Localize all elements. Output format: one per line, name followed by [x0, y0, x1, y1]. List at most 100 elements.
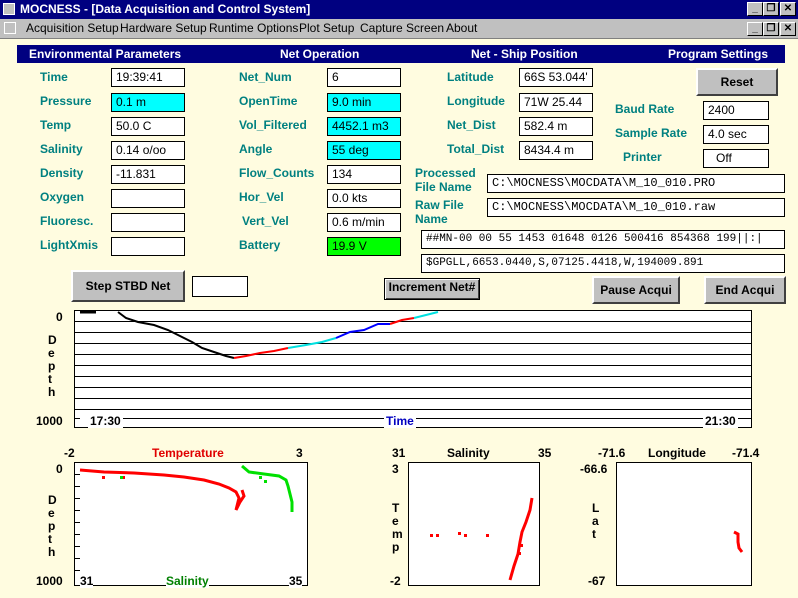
env-label-fluoresc: Fluoresc. — [40, 214, 94, 228]
ts-plot-y-bottom: -2 — [390, 574, 401, 588]
temp-axis-label: Temperature — [152, 446, 224, 460]
increment-net-button[interactable]: Increment Net# — [384, 278, 480, 300]
program-settings-heading: Program Settings — [668, 47, 769, 61]
temp-plot-y-label: Depth — [48, 493, 57, 559]
net-label-battery: Battery — [239, 238, 281, 252]
restore-icon[interactable]: ❐ — [763, 2, 779, 16]
env-label-density: Density — [40, 166, 84, 180]
temp-plot-y-bottom: 1000 — [36, 574, 63, 588]
net-value-battery: 19.9 V — [327, 237, 401, 256]
minimize-icon[interactable]: _ — [747, 2, 763, 16]
document-icon[interactable] — [4, 22, 16, 34]
env-value-salinity: 0.14 o/oo — [111, 141, 185, 160]
net-label-angle: Angle — [239, 142, 273, 156]
baud-rate-field[interactable]: 2400 — [703, 101, 769, 120]
ship-label-net-dist: Net_Dist — [447, 118, 496, 132]
menu-plot-setup[interactable]: Plot Setup — [299, 21, 354, 35]
position-plot-graphics — [733, 530, 744, 553]
ts-plot-x-min: 31 — [392, 446, 406, 460]
close-icon[interactable]: ✕ — [780, 2, 796, 16]
net-value-net-num: 6 — [327, 68, 401, 87]
ts-plot-graphics — [430, 497, 534, 581]
net-label-net-num: Net_Num — [239, 70, 292, 84]
net-value-angle: 55 deg — [327, 141, 401, 160]
raw-data-line-2: $GPGLL,6653.0440,S,07125.4418,W,194009.8… — [421, 254, 785, 273]
temp-axis-max: 3 — [296, 446, 303, 460]
raw-file-label: Raw File Name — [415, 198, 464, 226]
env-label-lightxmis: LightXmis — [40, 238, 99, 252]
net-operation-heading: Net Operation — [280, 47, 360, 61]
raw-data-line-1: ##MN-00 00 55 1453 01648 0126 500416 854… — [421, 230, 785, 249]
ts-plot-y-top: 3 — [392, 462, 399, 476]
net-label-flow-counts: Flow_Counts — [239, 166, 315, 180]
net-value-vol-filtered: 4452.1 m3 — [327, 117, 401, 136]
sample-rate-field[interactable]: 4.0 sec — [703, 125, 769, 144]
time-plot-y-bottom: 1000 — [36, 414, 63, 428]
net-value-vert-vel: 0.6 m/min — [327, 213, 401, 232]
title-bar: MOCNESS - [Data Acquisition and Control … — [0, 0, 798, 19]
ship-position-heading: Net - Ship Position — [471, 47, 578, 61]
ship-value-net-dist: 582.4 m — [519, 117, 593, 136]
time-plot-y-top: 0 — [56, 310, 63, 324]
menu-runtime-options[interactable]: Runtime Options — [209, 21, 298, 35]
sample-rate-label: Sample Rate — [615, 126, 688, 140]
env-value-time: 19:39:41 — [111, 68, 185, 87]
pos-plot-x-max: -71.4 — [732, 446, 760, 460]
processed-file-field: C:\MOCNESS\MOCDATA\M_10_010.PRO — [487, 174, 785, 193]
menu-acquisition-setup[interactable]: Acquisition Setup — [26, 21, 119, 35]
ship-label-longitude: Longitude — [447, 94, 505, 108]
net-value-opentime: 9.0 min — [327, 93, 401, 112]
menu-about[interactable]: About — [446, 21, 477, 35]
salinity-axis-max: 35 — [289, 574, 303, 588]
env-label-temp: Temp — [40, 118, 72, 132]
end-acqui-button[interactable]: End Acqui — [704, 276, 786, 304]
printer-field[interactable]: Off — [703, 149, 769, 168]
env-label-pressure: Pressure — [40, 94, 92, 108]
pos-plot-x-label: Longitude — [648, 446, 706, 460]
step-net-input[interactable] — [192, 276, 248, 297]
baud-rate-label: Baud Rate — [615, 102, 675, 116]
salinity-axis-min: 31 — [80, 574, 94, 588]
env-value-lightxmis — [111, 237, 185, 256]
ship-label-latitude: Latitude — [447, 70, 494, 84]
env-label-time: Time — [40, 70, 68, 84]
pause-acqui-button[interactable]: Pause Acqui — [592, 276, 680, 304]
processed-file-label: Processed File Name — [415, 166, 476, 194]
env-value-fluoresc — [111, 213, 185, 232]
env-value-temp: 50.0 C — [111, 117, 185, 136]
time-plot-x-end: 21:30 — [703, 414, 738, 428]
menu-capture-screen[interactable]: Capture Screen — [360, 21, 444, 35]
env-params-heading: Environmental Parameters — [29, 47, 182, 61]
child-restore-icon[interactable]: ❐ — [763, 22, 779, 36]
child-close-icon[interactable]: ✕ — [780, 22, 796, 36]
ship-value-latitude: 66S 53.044' — [519, 68, 593, 87]
pos-plot-y-bottom: -67 — [588, 574, 606, 588]
reset-button[interactable]: Reset — [696, 68, 778, 96]
temp-plot-y-top: 0 — [56, 462, 63, 476]
ship-value-total-dist: 8434.4 m — [519, 141, 593, 160]
env-value-oxygen — [111, 189, 185, 208]
salinity-axis-label: Salinity — [166, 574, 209, 588]
time-plot-x-label: Time — [384, 414, 416, 428]
net-label-hor-vel: Hor_Vel — [239, 190, 284, 204]
temp-salinity-graphics — [74, 464, 294, 571]
env-value-pressure: 0.1 m — [111, 93, 185, 112]
app-icon — [3, 3, 15, 15]
net-label-vol-filtered: Vol_Filtered — [239, 118, 307, 132]
menu-bar: Acquisition Setup Hardware Setup Runtime… — [0, 19, 798, 39]
window-title: MOCNESS - [Data Acquisition and Control … — [20, 2, 311, 16]
net-label-vert-vel: Vert_Vel — [242, 214, 289, 228]
section-header-bar: Environmental Parameters Net Operation N… — [17, 45, 785, 63]
menu-hardware-setup[interactable]: Hardware Setup — [120, 21, 207, 35]
time-plot-y-label: Depth — [48, 333, 57, 399]
net-value-flow-counts: 134 — [327, 165, 401, 184]
step-stbd-net-button[interactable]: Step STBD Net — [71, 270, 185, 302]
net-label-opentime: OpenTime — [239, 94, 298, 108]
env-value-density: -11.831 — [111, 165, 185, 184]
pos-plot-x-min: -71.6 — [598, 446, 626, 460]
raw-file-field: C:\MOCNESS\MOCDATA\M_10_010.raw — [487, 198, 785, 217]
depth-time-plot-graphics — [74, 310, 752, 419]
child-minimize-icon[interactable]: _ — [747, 22, 763, 36]
temp-axis-min: -2 — [64, 446, 75, 460]
env-label-salinity: Salinity — [40, 142, 83, 156]
